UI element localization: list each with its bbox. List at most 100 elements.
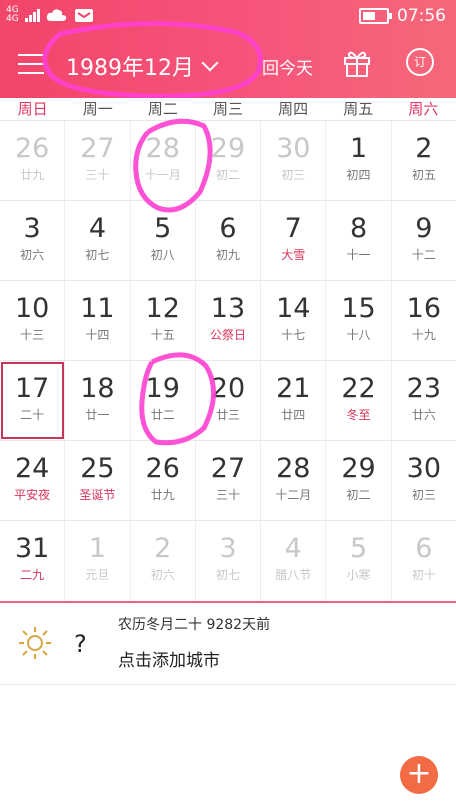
calendar-day[interactable]: 1 初四 (326, 121, 392, 200)
lunar-label: 初三 (411, 488, 436, 502)
calendar-day[interactable]: 7 大雪 (261, 201, 327, 280)
day-info-panel[interactable]: ? 农历冬月二十 9282天前 点击添加城市 (0, 604, 456, 685)
calendar-day[interactable]: 5 初八 (131, 201, 196, 280)
menu-icon[interactable] (18, 54, 44, 74)
calendar-day[interactable]: 10 十三 (0, 281, 66, 360)
calendar-day[interactable]: 26 廿九 (0, 121, 66, 200)
day-number: 29 (210, 133, 246, 164)
calendar-day[interactable]: 4 腊八节 (261, 521, 327, 601)
calendar-day[interactable]: 28 十一月 (131, 121, 196, 200)
month-selector[interactable]: 1989年12月 (66, 50, 219, 82)
chevron-down-icon (201, 54, 219, 72)
sun-icon (19, 627, 51, 659)
back-to-today-button[interactable]: 回今天 (262, 54, 313, 79)
calendar-day[interactable]: 4 初七 (65, 201, 131, 280)
calendar-day[interactable]: 28 十二月 (261, 441, 327, 520)
calendar-day[interactable]: 14 十七 (261, 281, 327, 360)
day-number: 24 (14, 453, 50, 484)
lunar-label: 十五 (150, 328, 175, 342)
calendar-week-row: 10 十三 11 十四 12 十五 13 公祭日 14 十七 15 十八 16 十九 (0, 281, 456, 361)
day-number: 19 (145, 373, 180, 404)
weekday-fri: 周五 (343, 100, 374, 118)
calendar-day[interactable]: 20 廿三 (196, 361, 262, 440)
calendar-day[interactable]: 30 初三 (392, 441, 456, 520)
lunar-label: 十七 (281, 328, 306, 342)
calendar-day[interactable]: 2 初六 (131, 521, 196, 601)
day-number: 26 (14, 133, 50, 164)
calendar-day[interactable]: 15 十八 (326, 281, 392, 360)
lunar-label: 十一 (346, 248, 371, 262)
lunar-label: 冬至 (346, 408, 371, 422)
day-number: 5 (154, 213, 172, 244)
calendar-day[interactable]: 30 初三 (261, 121, 327, 200)
lunar-label: 初六 (150, 568, 175, 582)
subscribe-icon[interactable]: 订 (406, 48, 434, 76)
day-number: 4 (284, 533, 302, 564)
calendar-day[interactable]: 8 十一 (326, 201, 392, 280)
calendar-day[interactable]: 25 圣诞节 (65, 441, 131, 520)
lunar-label: 二十 (20, 408, 45, 422)
weekday-tue: 周二 (147, 100, 178, 118)
calendar-day[interactable]: 3 初七 (196, 521, 262, 601)
lunar-label: 大雪 (281, 248, 306, 262)
calendar-day-selected[interactable]: 17 二十 (0, 361, 66, 440)
status-bar: 4G 4G 07:56 (0, 0, 456, 34)
calendar-day[interactable]: 21 廿四 (261, 361, 327, 440)
calendar-day[interactable]: 18 廿一 (65, 361, 131, 440)
gift-icon[interactable] (343, 48, 371, 78)
day-number: 11 (80, 293, 115, 324)
calendar-day[interactable]: 24 平安夜 (0, 441, 66, 520)
calendar-day[interactable]: 29 初二 (326, 441, 392, 520)
calendar-day[interactable]: 6 初九 (196, 201, 262, 280)
calendar-day[interactable]: 22 冬至 (326, 361, 392, 440)
day-number: 15 (341, 293, 376, 324)
calendar-day[interactable]: 9 十二 (392, 201, 456, 280)
calendar-week-row: 17 二十 18 廿一 19 廿二 20 廿三 21 廿四 22 冬至 23 廿六 (0, 361, 456, 441)
day-number: 18 (80, 373, 115, 404)
calendar-day[interactable]: 3 初六 (0, 201, 66, 280)
calendar-day[interactable]: 26 廿九 (131, 441, 196, 520)
calendar-day[interactable]: 13 公祭日 (196, 281, 262, 360)
weekday-sat: 周六 (408, 100, 439, 118)
weekday-sun: 周日 (17, 100, 48, 118)
day-number: 21 (276, 373, 311, 404)
calendar-day[interactable]: 19 廿二 (131, 361, 196, 440)
calendar-grid: 26 廿九 27 三十 28 十一月 29 初二 30 初三 1 初四 2 初五 3 初六 4 初七 5 初八 6 初九 7… (0, 120, 456, 603)
weekday-thu: 周四 (278, 100, 309, 118)
day-number: 9 (415, 213, 433, 244)
calendar-day[interactable]: 23 廿六 (392, 361, 456, 440)
weekday-header: 周日 周一 周二 周三 周四 周五 周六 (0, 98, 456, 120)
calendar-day[interactable]: 27 三十 (65, 121, 131, 200)
calendar-day[interactable]: 11 十四 (65, 281, 131, 360)
calendar-day[interactable]: 31 二九 (0, 521, 66, 601)
calendar-day[interactable]: 16 十九 (392, 281, 456, 360)
add-event-button[interactable]: + (400, 756, 438, 794)
lunar-label: 廿六 (411, 408, 436, 422)
calendar-day[interactable]: 29 初二 (196, 121, 262, 200)
calendar-day[interactable]: 27 三十 (196, 441, 262, 520)
status-time: 07:56 (397, 6, 446, 26)
calendar-day[interactable]: 6 初十 (392, 521, 456, 601)
day-number: 27 (210, 453, 246, 484)
battery-icon (359, 8, 392, 24)
lunar-label: 初八 (150, 248, 175, 262)
day-number: 3 (219, 533, 237, 564)
day-number: 23 (406, 373, 441, 404)
day-number: 17 (14, 373, 50, 404)
calendar-day[interactable]: 5 小寒 (326, 521, 392, 601)
lunar-label: 初七 (85, 248, 110, 262)
calendar-week-row: 31 二九 1 元旦 2 初六 3 初七 4 腊八节 5 小寒 6 初十 (0, 521, 456, 603)
calendar-day[interactable]: 2 初五 (392, 121, 456, 200)
day-number: 6 (415, 533, 433, 564)
lunar-label: 初十 (411, 568, 436, 582)
day-number: 3 (23, 213, 41, 244)
add-city-link[interactable]: 点击添加城市 (118, 646, 220, 671)
calendar-day[interactable]: 1 元旦 (65, 521, 131, 601)
lunar-label: 初二 (346, 488, 371, 502)
lunar-label: 廿九 (150, 488, 175, 502)
lunar-label: 廿三 (215, 408, 240, 422)
day-number: 13 (210, 293, 246, 324)
day-number: 8 (349, 213, 368, 244)
calendar-day[interactable]: 12 十五 (131, 281, 196, 360)
lunar-label: 十二月 (275, 488, 312, 502)
